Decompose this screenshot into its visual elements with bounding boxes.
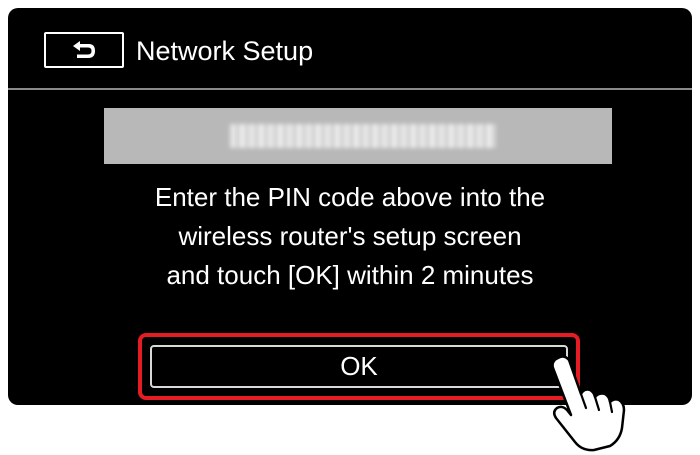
instructions-text: Enter the PIN code above into the wirele… — [68, 178, 632, 295]
hand-pointer-icon — [542, 355, 626, 452]
header-divider — [8, 88, 692, 90]
pin-code-value — [230, 124, 496, 148]
camera-screen: Network Setup Enter the PIN code above i… — [8, 8, 692, 405]
return-arrow-icon — [73, 41, 95, 58]
back-button[interactable] — [44, 32, 124, 68]
instructions-line-3: and touch [OK] within 2 minutes — [166, 260, 534, 290]
instructions-line-2: wireless router's setup screen — [178, 221, 522, 251]
header: Network Setup — [8, 8, 692, 88]
page-title: Network Setup — [136, 36, 314, 66]
pin-code-display — [104, 108, 612, 164]
ok-button[interactable]: OK — [150, 345, 568, 388]
instructions-line-1: Enter the PIN code above into the — [154, 182, 546, 212]
